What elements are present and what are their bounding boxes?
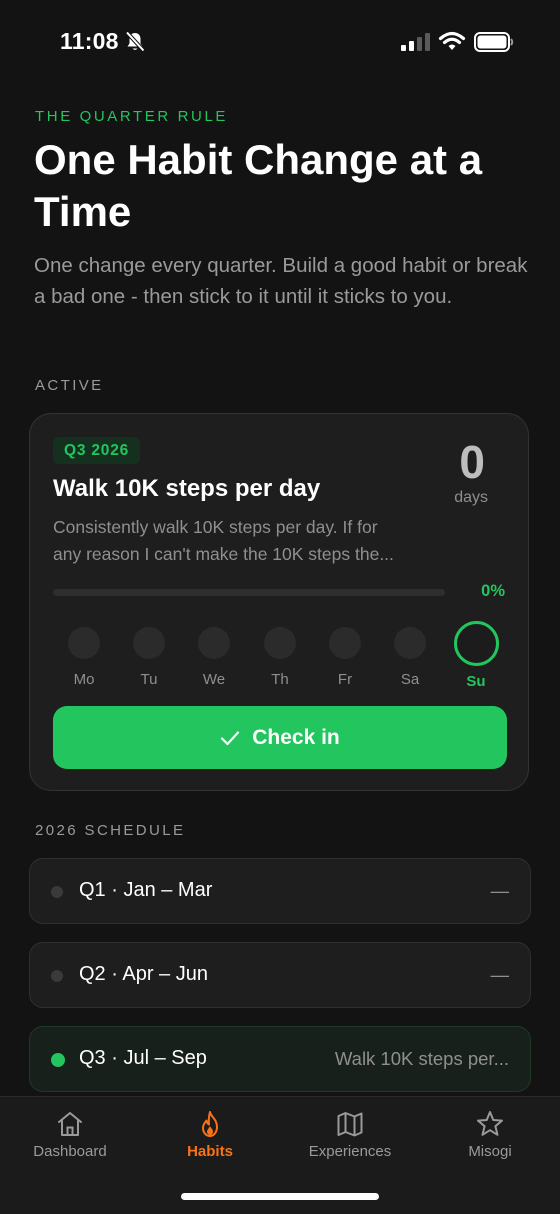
day-status-circle[interactable]: [198, 627, 230, 659]
bell-muted-icon: [125, 31, 145, 52]
progress-percent: 0%: [481, 582, 505, 600]
streak-days-label: days: [454, 489, 488, 506]
home-indicator[interactable]: [181, 1193, 379, 1200]
day-sunday-today[interactable]: Su: [446, 619, 506, 690]
quarter-habit: —: [490, 964, 510, 985]
day-status-circle-today[interactable]: [453, 621, 499, 666]
battery-icon: [474, 32, 514, 52]
page-subtitle: One change every quarter. Build a good h…: [34, 254, 528, 308]
check-in-button[interactable]: Check in: [53, 706, 507, 769]
cellular-signal-icon: [401, 33, 430, 51]
habit-description-line: any reason I can't make the 10K steps th…: [53, 544, 394, 564]
star-icon: [477, 1111, 503, 1136]
day-label: Fr: [337, 671, 353, 688]
day-status-circle[interactable]: [133, 627, 165, 659]
wifi-icon: [438, 31, 466, 50]
day-tuesday[interactable]: Tu: [119, 619, 179, 688]
day-saturday[interactable]: Sa: [380, 619, 440, 688]
day-friday[interactable]: Fr: [315, 619, 375, 688]
tab-dashboard[interactable]: Dashboard: [0, 1097, 140, 1177]
schedule-row-q2[interactable]: Q2 · Apr – Jun —: [29, 942, 531, 1008]
day-label: Su: [466, 673, 486, 690]
day-label: Tu: [140, 671, 158, 688]
quarter-badge: Q3 2026: [53, 437, 141, 464]
habit-description: Consistently walk 10K steps per day. If …: [53, 514, 448, 568]
page-title: One Habit Change at a Time: [34, 136, 483, 235]
quarter-label: Q2 · Apr – Jun: [79, 963, 208, 985]
day-status-circle[interactable]: [394, 627, 426, 659]
day-thursday[interactable]: Th: [250, 619, 310, 688]
day-status-circle[interactable]: [264, 627, 296, 659]
quarter-habit: —: [490, 880, 510, 901]
tab-label: Dashboard: [33, 1143, 107, 1160]
day-wednesday[interactable]: We: [184, 619, 244, 688]
progress-bar: [53, 589, 445, 596]
tab-label: Experiences: [308, 1143, 392, 1160]
checkmark-icon: [221, 730, 240, 745]
tab-label: Misogi: [468, 1143, 512, 1160]
day-label: We: [202, 671, 226, 688]
tab-misogi[interactable]: Misogi: [420, 1097, 560, 1177]
section-eyebrow: THE QUARTER RULE: [35, 108, 229, 125]
habit-description-line: Consistently walk 10K steps per day. If …: [53, 517, 378, 537]
quarter-status-dot-active: [51, 1053, 65, 1067]
quarter-status-dot: [51, 886, 63, 898]
check-in-label: Check in: [252, 725, 340, 749]
schedule-section-label: 2026 SCHEDULE: [35, 822, 186, 839]
day-label: Sa: [400, 671, 420, 688]
day-label: Mo: [73, 671, 95, 688]
quarter-habit: Walk 10K steps per...: [334, 1048, 509, 1069]
flame-icon: [202, 1111, 218, 1137]
tab-label: Habits: [187, 1143, 233, 1160]
streak-days-count: 0: [459, 436, 485, 488]
day-monday[interactable]: Mo: [54, 619, 114, 688]
day-status-circle[interactable]: [329, 627, 361, 659]
home-icon: [58, 1112, 82, 1136]
active-habit-card[interactable]: Q3 2026 Walk 10K steps per day Consisten…: [29, 413, 529, 791]
habit-title: Walk 10K steps per day: [53, 475, 321, 502]
active-section-label: ACTIVE: [35, 377, 104, 394]
map-icon: [337, 1112, 363, 1137]
tab-experiences[interactable]: Experiences: [280, 1097, 420, 1177]
quarter-label: Q1 · Jan – Mar: [79, 879, 213, 901]
tab-habits[interactable]: Habits: [140, 1097, 280, 1177]
week-tracker: Mo Tu We Th Fr Sa Su: [30, 619, 530, 699]
day-status-circle[interactable]: [68, 627, 100, 659]
quarter-label: Q3 · Jul – Sep: [79, 1047, 207, 1069]
quarter-status-dot: [51, 970, 63, 982]
day-label: Th: [271, 671, 289, 688]
schedule-row-q3[interactable]: Q3 · Jul – Sep Walk 10K steps per...: [29, 1026, 531, 1092]
schedule-row-q1[interactable]: Q1 · Jan – Mar —: [29, 858, 531, 924]
status-bar: 11:08: [0, 0, 560, 84]
status-time: 11:08: [60, 28, 119, 54]
